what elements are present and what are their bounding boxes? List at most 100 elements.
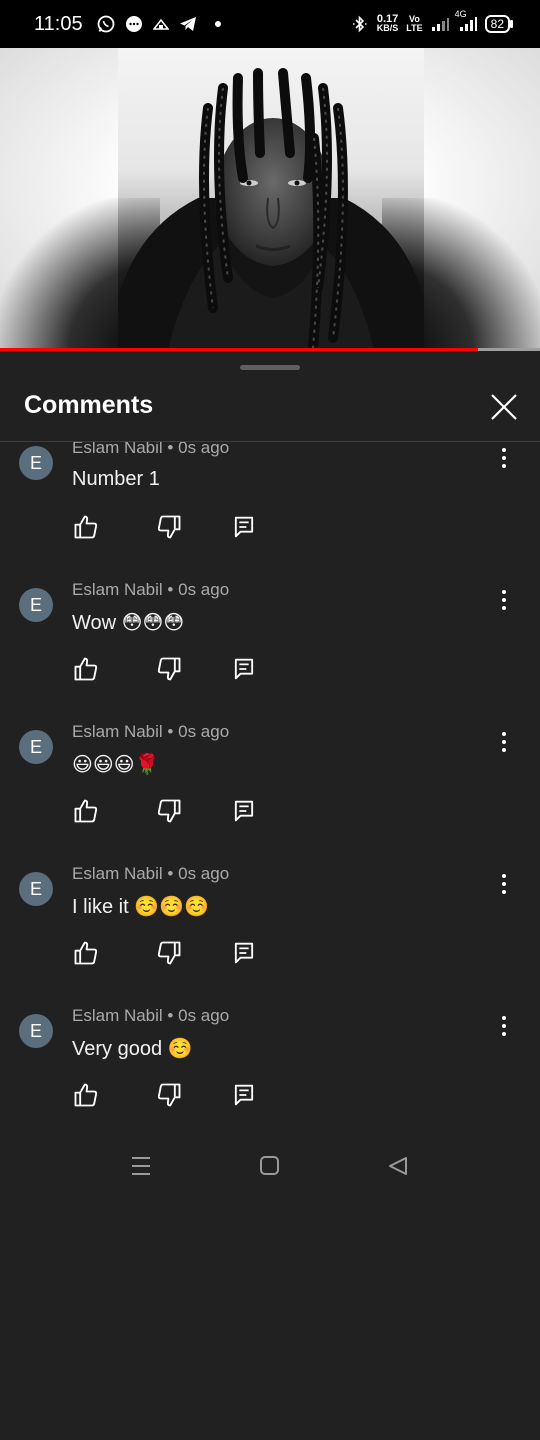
like-button[interactable]	[72, 655, 100, 683]
artist-portrait	[118, 68, 424, 350]
comment-more-button[interactable]	[494, 730, 514, 754]
reply-button[interactable]	[230, 655, 258, 683]
comment-meta: Eslam Nabil • 0s ago	[72, 442, 229, 458]
comment-text: Wow 😳😳😳	[72, 612, 185, 634]
network-speed-unit: KB/S	[376, 23, 399, 33]
comment-meta: Eslam Nabil • 0s ago	[72, 722, 230, 741]
thumbs-down-icon	[157, 515, 181, 539]
signal-strength-2-icon: 4G	[455, 10, 477, 32]
home-button[interactable]	[258, 1154, 284, 1178]
comment-text: Very good ☺️	[72, 1038, 193, 1060]
comment-more-button[interactable]	[494, 588, 514, 612]
app-notification-icon	[152, 17, 169, 31]
volte-bottom: LTE	[406, 23, 423, 33]
avatar[interactable]: E	[19, 872, 53, 906]
system-navigation-bar	[0, 1130, 540, 1200]
avatar[interactable]: E	[19, 730, 53, 764]
comment-text: 😃😃😃🌹	[72, 754, 160, 776]
more-vert-icon	[502, 874, 506, 894]
dislike-button[interactable]	[155, 513, 183, 541]
thumbs-up-icon	[74, 515, 98, 539]
thumbs-up-icon	[74, 657, 98, 681]
like-button[interactable]	[72, 513, 100, 541]
more-vert-icon	[502, 732, 506, 752]
thumbs-up-icon	[74, 799, 98, 823]
dislike-button[interactable]	[155, 797, 183, 825]
reply-comment-icon	[234, 1084, 254, 1106]
menu-lines-icon	[132, 1157, 150, 1175]
like-button[interactable]	[72, 1081, 100, 1109]
thumbs-down-icon	[157, 1083, 181, 1107]
comment-item: E Eslam Nabil • 0s ago Number 1	[0, 442, 540, 541]
comment-text: Number 1	[72, 468, 160, 490]
status-time: 11:05	[34, 12, 83, 35]
comment-item: E Eslam Nabil • 0s ago Wow 😳😳😳	[0, 538, 540, 683]
home-square-icon	[260, 1156, 279, 1175]
reply-comment-icon	[234, 942, 254, 964]
reply-comment-icon	[234, 658, 254, 680]
thumbs-up-icon	[74, 941, 98, 965]
comment-time: 0s ago	[178, 580, 230, 599]
like-button[interactable]	[72, 939, 100, 967]
comment-author[interactable]: Eslam Nabil	[72, 864, 163, 883]
thumbs-down-icon	[157, 657, 181, 681]
dislike-button[interactable]	[155, 655, 183, 683]
comment-time: 0s ago	[178, 864, 230, 883]
status-bar: 11:05 0.17 KB/S Vo LTE 4G 82	[0, 0, 540, 48]
network-speed: 0.17 KB/S	[376, 14, 399, 33]
comment-more-button[interactable]	[494, 1014, 514, 1038]
more-vert-icon	[502, 1016, 506, 1036]
comment-author[interactable]: Eslam Nabil	[72, 722, 163, 741]
close-icon	[491, 394, 517, 420]
comments-panel: Comments E Eslam Nabil • 0s ago Number 1	[0, 351, 540, 1440]
back-button[interactable]	[386, 1154, 412, 1178]
comment-author[interactable]: Eslam Nabil	[72, 442, 163, 457]
comment-item: E Eslam Nabil • 0s ago I like it ☺️☺️☺️	[0, 822, 540, 967]
network-type: 4G	[454, 9, 467, 19]
comment-more-button[interactable]	[494, 446, 514, 470]
bluetooth-icon	[351, 15, 369, 33]
telegram-icon	[179, 16, 197, 32]
reply-comment-icon	[234, 516, 254, 538]
avatar[interactable]: E	[19, 588, 53, 622]
dislike-button[interactable]	[155, 1081, 183, 1109]
reply-button[interactable]	[230, 797, 258, 825]
battery-indicator: 82	[484, 15, 514, 33]
more-vert-icon	[502, 448, 506, 468]
video-player[interactable]	[0, 48, 540, 350]
comment-item: E Eslam Nabil • 0s ago Very good ☺️	[0, 964, 540, 1109]
avatar[interactable]: E	[19, 446, 53, 480]
back-triangle-icon	[389, 1157, 407, 1175]
more-vert-icon	[502, 590, 506, 610]
reply-comment-icon	[234, 800, 254, 822]
avatar[interactable]: E	[19, 1014, 53, 1048]
thumbs-up-icon	[74, 1083, 98, 1107]
reply-button[interactable]	[230, 513, 258, 541]
signal-strength-1-icon	[431, 16, 449, 32]
reply-button[interactable]	[230, 1081, 258, 1109]
comment-author[interactable]: Eslam Nabil	[72, 580, 163, 599]
whatsapp-icon	[97, 15, 115, 33]
chat-bubble-icon	[125, 15, 143, 33]
reply-button[interactable]	[230, 939, 258, 967]
comment-item: E Eslam Nabil • 0s ago 😃😃😃🌹	[0, 680, 540, 825]
comment-more-button[interactable]	[494, 872, 514, 896]
comments-list[interactable]: E Eslam Nabil • 0s ago Number 1 E Eslam …	[0, 442, 540, 1122]
comment-meta: Eslam Nabil • 0s ago	[72, 580, 230, 599]
like-button[interactable]	[72, 797, 100, 825]
dislike-button[interactable]	[155, 939, 183, 967]
comment-time: 0s ago	[178, 1006, 230, 1025]
recent-apps-button[interactable]	[130, 1154, 156, 1178]
volte-indicator: Vo LTE	[406, 15, 422, 33]
comment-meta: Eslam Nabil • 0s ago	[72, 864, 230, 883]
comment-time: 0s ago	[178, 722, 230, 741]
more-notifications-dot	[214, 21, 221, 27]
comment-text: I like it ☺️☺️☺️	[72, 896, 209, 918]
thumbs-down-icon	[157, 941, 181, 965]
comment-author[interactable]: Eslam Nabil	[72, 1006, 163, 1025]
thumbs-down-icon	[157, 799, 181, 823]
comment-meta: Eslam Nabil • 0s ago	[72, 1006, 230, 1025]
comments-title: Comments	[24, 391, 154, 419]
close-button[interactable]	[484, 387, 524, 427]
drag-handle[interactable]	[240, 365, 300, 370]
